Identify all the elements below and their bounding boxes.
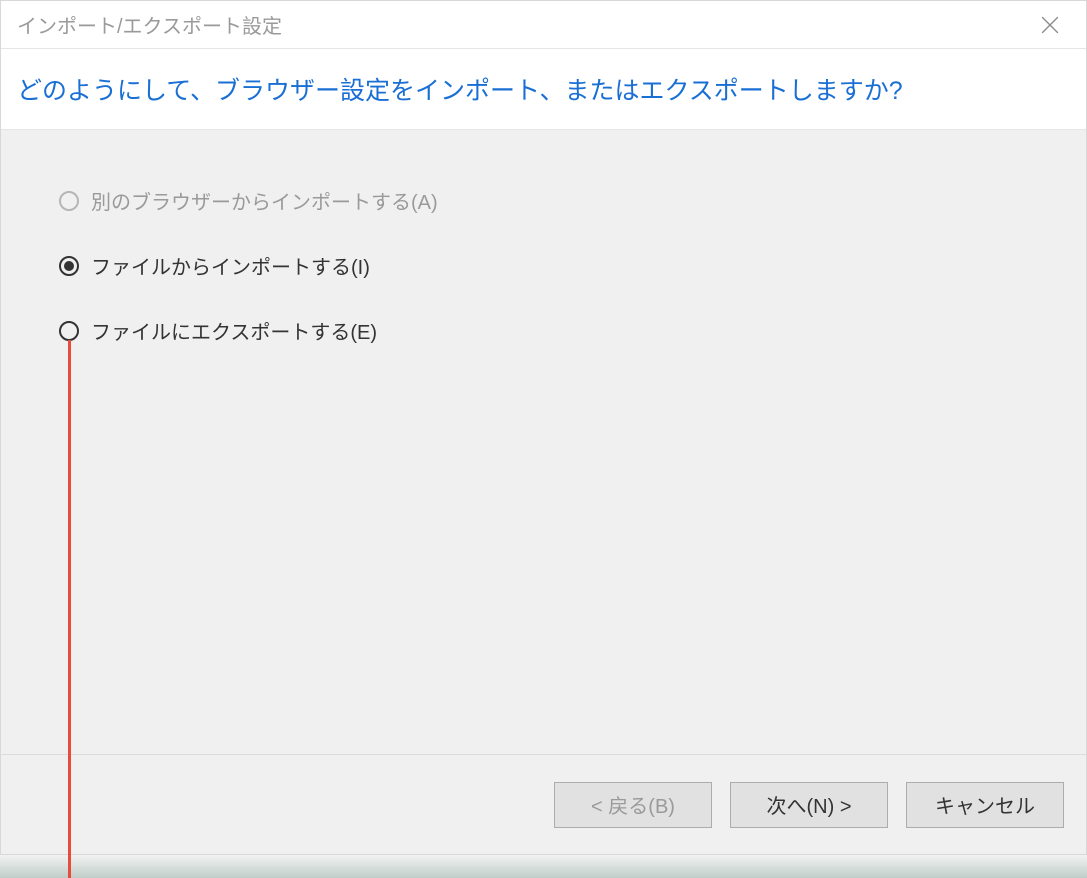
import-export-radio-group: 別のブラウザーからインポートする(A) ファイルからインポートする(I) ファイ… bbox=[59, 186, 1086, 345]
heading-region: どのようにして、ブラウザー設定をインポート、またはエクスポートしますか? bbox=[1, 49, 1086, 130]
back-button: < 戻る(B) bbox=[554, 782, 712, 828]
radio-icon bbox=[59, 321, 79, 341]
radio-export-to-file[interactable]: ファイルにエクスポートする(E) bbox=[59, 316, 1086, 345]
radio-label: ファイルにエクスポートする(E) bbox=[91, 316, 377, 345]
close-button[interactable] bbox=[1030, 5, 1070, 45]
radio-import-from-file[interactable]: ファイルからインポートする(I) bbox=[59, 251, 1086, 280]
titlebar: インポート/エクスポート設定 bbox=[1, 1, 1086, 49]
window-title: インポート/エクスポート設定 bbox=[17, 10, 282, 39]
dialog-window: インポート/エクスポート設定 どのようにして、ブラウザー設定をインポート、または… bbox=[0, 0, 1087, 855]
radio-icon bbox=[59, 191, 79, 211]
cancel-button[interactable]: キャンセル bbox=[906, 782, 1064, 828]
close-icon bbox=[1041, 16, 1059, 34]
radio-import-from-browser: 別のブラウザーからインポートする(A) bbox=[59, 186, 1086, 215]
bottom-shadow bbox=[0, 855, 1087, 878]
content-area: 別のブラウザーからインポートする(A) ファイルからインポートする(I) ファイ… bbox=[1, 130, 1086, 754]
radio-label: ファイルからインポートする(I) bbox=[91, 251, 370, 280]
next-button[interactable]: 次へ(N) > bbox=[730, 782, 888, 828]
footer-button-bar: < 戻る(B) 次へ(N) > キャンセル bbox=[1, 754, 1086, 854]
radio-label: 別のブラウザーからインポートする(A) bbox=[91, 186, 438, 215]
page-heading: どのようにして、ブラウザー設定をインポート、またはエクスポートしますか? bbox=[17, 71, 1070, 107]
radio-icon bbox=[59, 256, 79, 276]
annotation-pointer-line bbox=[68, 340, 71, 878]
